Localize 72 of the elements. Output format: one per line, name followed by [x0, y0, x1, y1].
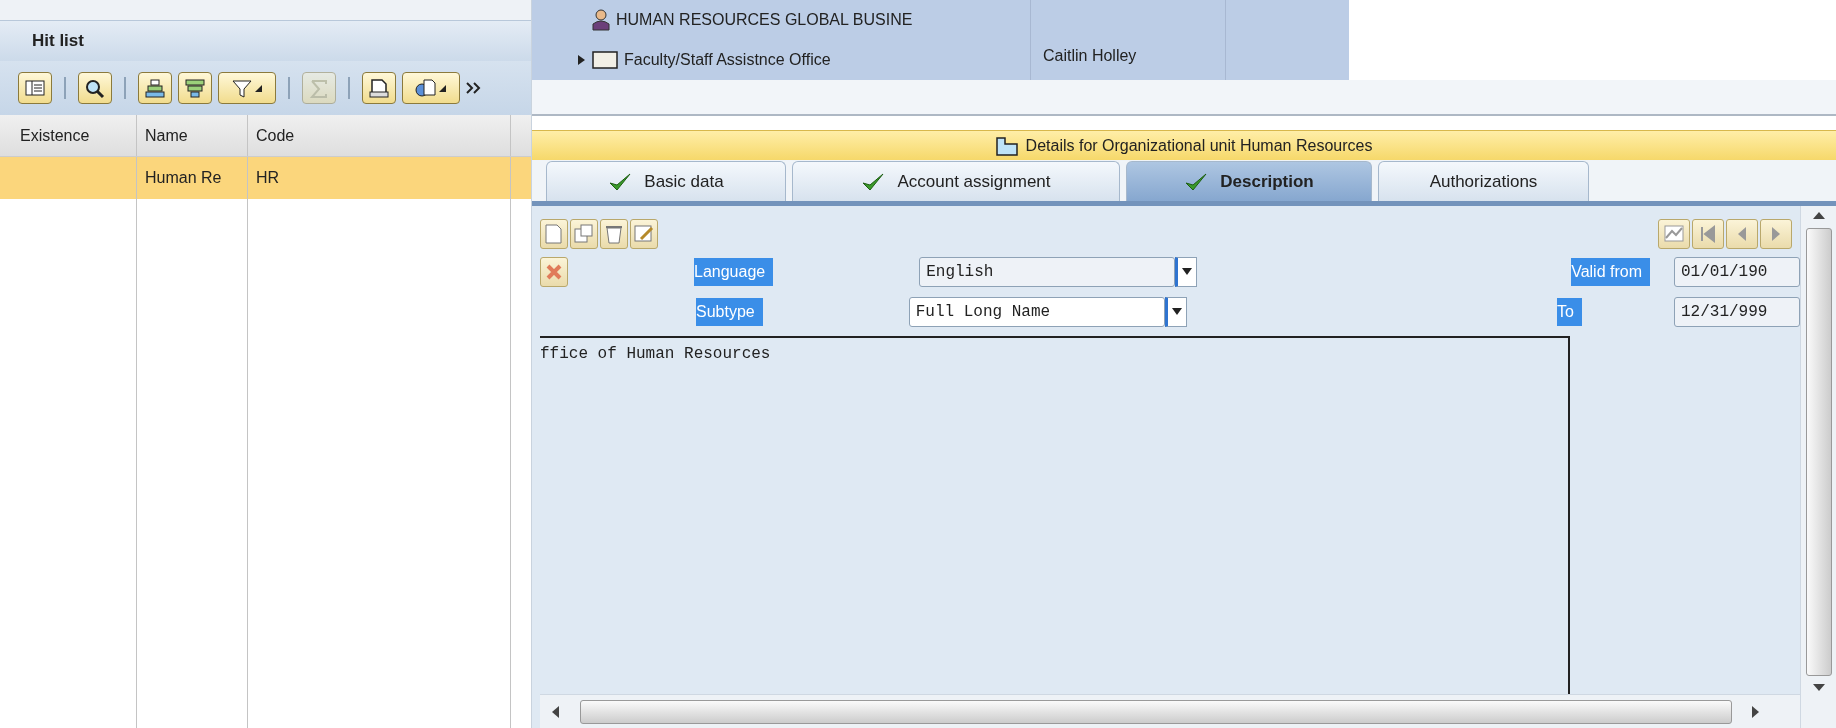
- copy-button[interactable]: [570, 219, 598, 249]
- caret-icon: [1171, 308, 1182, 316]
- edit-button[interactable]: [630, 219, 658, 249]
- field-label: To: [1557, 298, 1582, 326]
- print-button[interactable]: [362, 72, 396, 104]
- input-field[interactable]: 12/31/999: [1674, 297, 1800, 327]
- field-label: Language: [694, 258, 774, 286]
- table-row[interactable]: Human Re HR: [0, 157, 531, 199]
- column-header[interactable]: Name: [137, 115, 248, 156]
- caret-icon: [1182, 268, 1193, 276]
- sum-icon: [308, 77, 330, 99]
- org-unit-icon: [592, 50, 618, 70]
- horizontal-scrollbar[interactable]: [540, 694, 1800, 728]
- cross-icon: [545, 263, 563, 281]
- input-field[interactable]: 01/01/190: [1674, 257, 1800, 287]
- input-field[interactable]: Full Long Name: [908, 297, 1165, 327]
- description-text-area[interactable]: ffice of Human Resources: [540, 336, 1570, 694]
- chart-icon: [1663, 223, 1685, 245]
- vertical-scrollbar[interactable]: [1800, 206, 1836, 728]
- layout-icon: [24, 77, 46, 99]
- tab[interactable]: Description: [1126, 161, 1372, 201]
- scroll-down-icon[interactable]: [1812, 684, 1825, 692]
- column-header[interactable]: Existence: [0, 115, 137, 156]
- tree-item[interactable]: Faculty/Staff Assistnce Office: [624, 48, 831, 72]
- print-icon: [368, 77, 390, 99]
- check-icon: [608, 171, 633, 192]
- edit-icon: [633, 223, 655, 245]
- sort-descending-icon: [184, 77, 206, 99]
- export-icon: [415, 77, 437, 99]
- sort-ascending-icon: [144, 77, 166, 99]
- tab[interactable]: Account assignment: [792, 161, 1120, 201]
- new-document-button[interactable]: [540, 219, 568, 249]
- filter-button[interactable]: [218, 72, 276, 104]
- layout-button[interactable]: [18, 72, 52, 104]
- field-label: Subtype: [696, 298, 763, 326]
- search-icon: [84, 77, 106, 99]
- filter-icon: [231, 77, 253, 99]
- org-unit-icon: [995, 135, 1018, 156]
- first-button[interactable]: [1692, 219, 1724, 249]
- dropdown-button[interactable]: [1175, 257, 1198, 287]
- scroll-up-icon[interactable]: [1812, 212, 1825, 220]
- scroll-left-icon[interactable]: [552, 705, 560, 718]
- input-field[interactable]: English: [919, 257, 1176, 287]
- scroll-right-icon[interactable]: [1752, 705, 1760, 718]
- sort-ascending-button[interactable]: [138, 72, 172, 104]
- new-document-icon: [543, 223, 565, 245]
- export-button[interactable]: [402, 72, 460, 104]
- more-icon[interactable]: [466, 82, 482, 94]
- tree-item[interactable]: HUMAN RESOURCES GLOBAL BUSINE: [616, 8, 913, 32]
- sort-descending-button[interactable]: [178, 72, 212, 104]
- manager-name: Caitlin Holley: [1043, 46, 1137, 66]
- delete-icon: [603, 223, 625, 245]
- details-title: Details for Organizational unit Human Resources: [1025, 135, 1373, 156]
- caret-icon: [253, 83, 263, 93]
- collapsed-icon[interactable]: [576, 55, 586, 65]
- previous-button[interactable]: [1726, 219, 1758, 249]
- next-button[interactable]: [1760, 219, 1792, 249]
- field-label: Valid from: [1571, 258, 1650, 286]
- person-icon: [592, 9, 610, 31]
- check-icon: [1184, 171, 1209, 192]
- panel-title: Hit list: [32, 30, 84, 53]
- search-button[interactable]: [78, 72, 112, 104]
- tab[interactable]: Authorizations: [1378, 161, 1589, 201]
- dropdown-button[interactable]: [1164, 297, 1187, 327]
- chart-button[interactable]: [1658, 219, 1690, 249]
- caret-icon: [437, 83, 447, 93]
- check-icon: [861, 171, 886, 192]
- tab[interactable]: Basic data: [546, 161, 786, 201]
- delete-button[interactable]: [600, 219, 628, 249]
- copy-icon: [573, 223, 595, 245]
- column-header[interactable]: Code: [248, 115, 511, 156]
- delete-button[interactable]: [540, 257, 568, 287]
